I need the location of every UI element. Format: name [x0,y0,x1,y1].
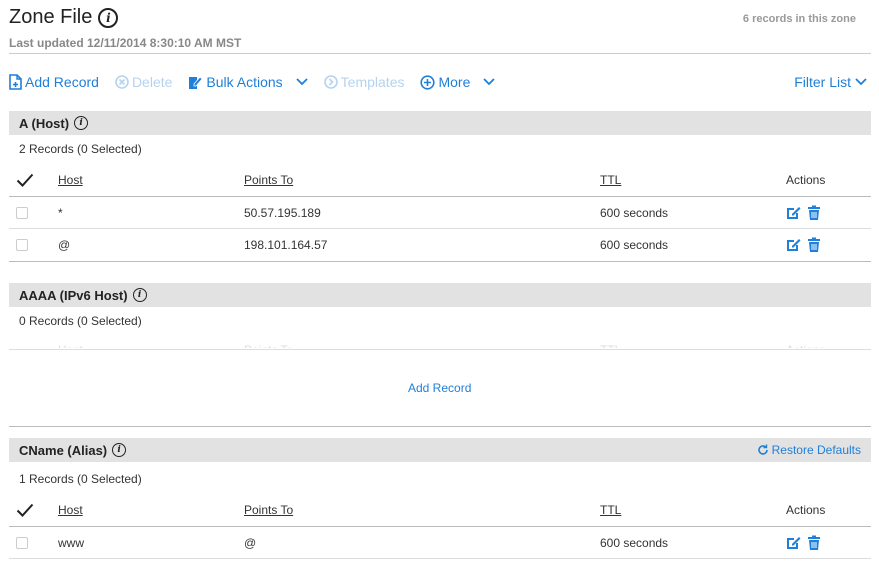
section-header-aaaa-ipv6-host: AAAA (IPv6 Host) i [9,283,871,307]
column-header-host[interactable]: Host [58,173,83,187]
trash-icon[interactable] [807,237,821,253]
column-header-actions: Actions [786,343,825,348]
column-header-host[interactable]: Host [58,503,83,517]
more-button[interactable]: More [420,74,496,90]
column-header-points-to[interactable]: Points To [244,503,293,517]
section-bottom-divider [9,426,871,427]
section-header-cname-alias: CName (Alias) i Restore Defaults [9,438,871,462]
chevron-down-icon [855,78,867,86]
info-icon[interactable]: i [132,288,147,302]
record-host: * [58,206,63,220]
toolbar: Add Record Delete Bulk Actions Templates… [9,72,511,92]
record-host: @ [58,238,71,252]
chevron-down-icon [483,78,496,86]
delete-button[interactable]: Delete [115,74,172,90]
column-header-ttl[interactable]: TTL [600,173,621,187]
restore-defaults-button[interactable]: Restore Defaults [757,438,861,462]
record-ttl: 600 seconds [600,238,669,252]
row-checkbox[interactable] [16,537,28,549]
record-ttl: 600 seconds [600,536,669,550]
column-header-actions: Actions [786,173,826,187]
record-points-to: 50.57.195.189 [244,206,321,220]
header-row-divider [9,349,871,350]
row-actions [785,535,821,551]
bulk-edit-icon [189,76,203,89]
last-updated-text: Last updated 12/11/2014 8:30:10 AM MST [9,36,242,50]
info-icon[interactable]: i [112,443,127,457]
column-header-ttl[interactable]: TTL [600,503,621,517]
column-header-points-to[interactable]: Points To [244,173,293,187]
templates-button[interactable]: Templates [323,74,404,90]
plus-circle-icon [420,74,436,90]
section-bottom-divider [9,261,871,262]
column-header-ttl: TTL [600,343,621,348]
info-icon[interactable]: i [74,116,89,130]
record-points-to: 198.101.164.57 [244,238,328,252]
page-title: Zone File i [9,6,119,29]
delete-circle-icon [115,75,129,89]
record-count-text: 6 records in this zone [742,13,856,25]
record-host: www [58,536,84,550]
record-points-to: @ [244,536,257,550]
edit-icon[interactable] [785,205,801,221]
add-record-button[interactable]: Add Record [9,74,99,90]
column-header-actions: Actions [786,503,826,517]
section-header-a-host: A (Host) i [9,111,871,135]
bulk-actions-button[interactable]: Bulk Actions [188,74,308,90]
add-document-icon [9,74,22,90]
section-summary: 2 Records (0 Selected) [19,142,142,156]
templates-icon [323,75,338,89]
record-ttl: 600 seconds [600,206,669,220]
filter-list-button[interactable]: Filter List [794,74,867,90]
chevron-down-icon [296,78,308,86]
edit-icon[interactable] [785,535,801,551]
header-divider [9,53,871,54]
row-checkbox[interactable] [16,207,28,219]
column-header-host: Host [58,343,83,348]
row-divider [9,558,871,559]
row-actions [785,205,821,221]
edit-icon[interactable] [785,237,801,253]
row-actions [785,237,821,253]
row-checkbox[interactable] [16,239,28,251]
header-row-divider [9,196,871,197]
refresh-icon [757,444,768,455]
section-summary: 1 Records (0 Selected) [19,472,142,486]
trash-icon[interactable] [807,205,821,221]
select-all-checkmark-icon[interactable] [16,503,34,517]
info-icon[interactable]: i [98,7,119,28]
select-all-checkmark-icon[interactable] [16,173,34,187]
header-row-divider [9,526,871,527]
row-divider [9,228,871,229]
add-record-link[interactable]: Add Record [408,381,471,395]
section-summary: 0 Records (0 Selected) [19,314,142,328]
column-header-points-to: Points To [244,343,293,348]
trash-icon[interactable] [807,535,821,551]
